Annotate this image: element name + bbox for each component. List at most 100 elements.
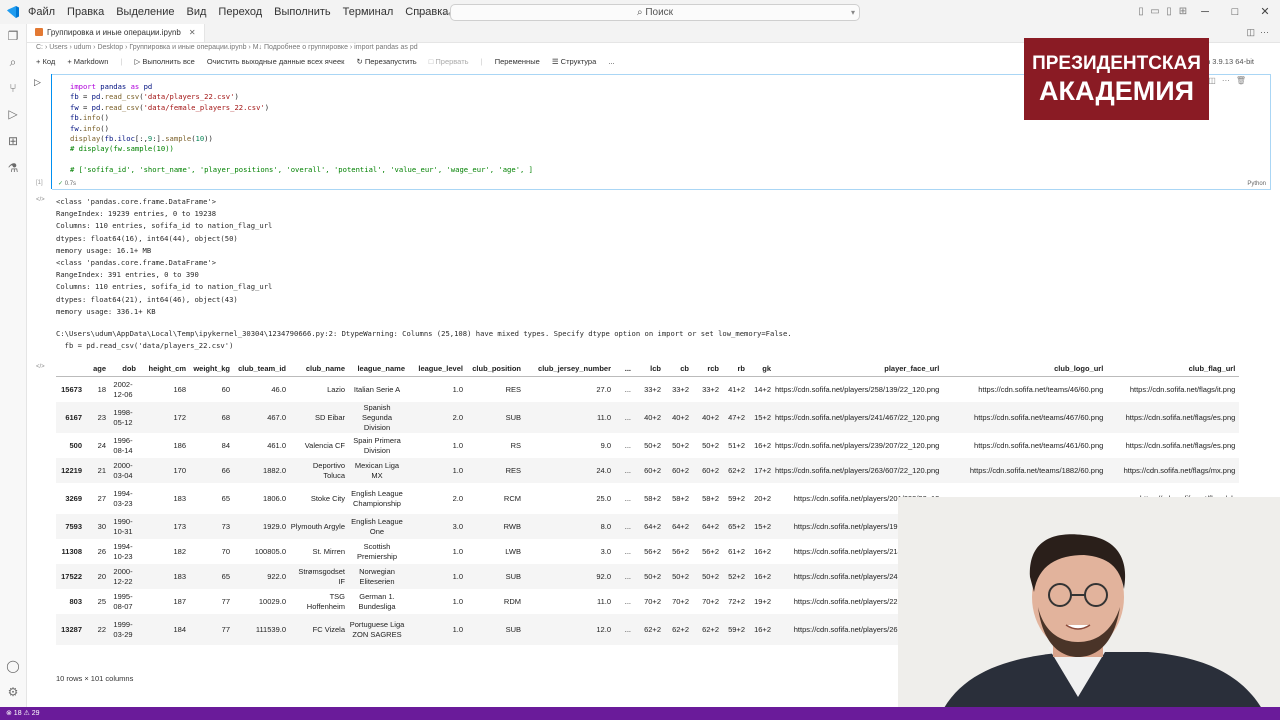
table-cell: 1996-08-14 (113, 435, 133, 455)
table-cell: Plymouth Argyle (290, 514, 349, 539)
breadcrumb[interactable]: C: › Users › udum › Desktop › Группировк… (36, 44, 418, 51)
logo-line-1: ПРЕЗИДЕНТСКАЯ (1032, 53, 1201, 74)
menu-go[interactable]: Переход (218, 6, 262, 18)
back-arrow-icon[interactable]: ← (416, 4, 441, 19)
run-all-button[interactable]: ▷ Выполнить все (135, 57, 195, 66)
table-cell: RES (505, 385, 521, 394)
search-sidebar-icon[interactable]: ⌕ (6, 55, 20, 69)
variables-button[interactable]: Переменные (495, 57, 540, 66)
table-cell: English League One (349, 514, 409, 539)
info-line: Columns: 110 entries, sofifa_id to natio… (56, 221, 273, 231)
menu-view[interactable]: Вид (187, 6, 207, 18)
table-cell: 77 (190, 614, 234, 645)
toggle-secondary-sidebar-icon[interactable]: ▯ (1162, 0, 1176, 24)
testing-icon[interactable]: ⚗ (6, 161, 20, 175)
table-cell: 14+2 (754, 385, 771, 394)
table-cell: Valencia CF (304, 440, 345, 450)
menu-file[interactable]: Файл (28, 6, 55, 18)
tab-notebook[interactable]: Группировка и иные операции.ipynb ✕ (27, 24, 205, 42)
add-markdown-cell-button[interactable]: + Markdown (67, 57, 108, 66)
table-cell: ... (615, 402, 635, 433)
command-center-search[interactable]: ⌕ Поиск ▾ (450, 4, 860, 21)
add-code-cell-button[interactable]: + Код (36, 57, 55, 66)
table-cell: 65 (221, 494, 230, 503)
cell-more-icon[interactable]: ⋯ (1222, 76, 1236, 85)
explorer-icon[interactable]: ❐ (6, 29, 20, 43)
split-cell-icon[interactable]: ◫ (1208, 76, 1222, 85)
account-icon[interactable]: ◯ (6, 659, 20, 673)
output-menu-icon[interactable]: </> (36, 197, 45, 203)
table-cell: 16+2 (749, 614, 775, 645)
close-tab-icon[interactable]: ✕ (189, 28, 196, 37)
table-cell: 30 (86, 514, 110, 539)
table-cell: Italian Serie A (353, 384, 401, 394)
toolbar-divider: | (120, 57, 123, 66)
table-cell: 46.0 (271, 385, 286, 394)
code-line-7: # display(fw.sample(10)) (70, 144, 174, 154)
maximize-button[interactable]: □ (1220, 0, 1250, 24)
table-cell: 168 (173, 385, 186, 394)
close-window-button[interactable]: ✕ (1250, 0, 1280, 24)
column-header: ... (615, 360, 635, 377)
table-cell: RCM (503, 494, 521, 503)
table-cell: 8.0 (525, 514, 615, 539)
more-actions-icon[interactable]: ⋯ (1260, 27, 1274, 37)
table-cell: LWB (505, 547, 521, 556)
output-menu-icon[interactable]: </> (36, 364, 45, 370)
minimize-button[interactable]: ─ (1190, 0, 1220, 24)
run-debug-icon[interactable]: ▷ (6, 107, 20, 121)
table-cell: 60+2 (635, 458, 665, 483)
table-cell: 1.0 (409, 614, 467, 645)
cell-language[interactable]: Python (1247, 181, 1266, 187)
table-cell: RES (467, 458, 525, 483)
table-cell: 16+2 (749, 564, 775, 589)
table-cell: SUB (467, 402, 525, 433)
code-line-5: fw.info() (70, 123, 109, 133)
extensions-icon[interactable]: ⊞ (6, 134, 20, 148)
source-control-icon[interactable]: ⑂ (6, 81, 20, 95)
menu-edit[interactable]: Правка (67, 6, 104, 18)
table-cell: 111539.0 (234, 614, 290, 645)
table-cell: Scottish Premiership (356, 541, 397, 561)
toggle-sidebar-icon[interactable]: ▯ (1134, 0, 1148, 24)
table-cell: 173 (140, 514, 190, 539)
settings-gear-icon[interactable]: ⚙ (6, 685, 20, 699)
customize-layout-icon[interactable]: ⊞ (1176, 0, 1190, 24)
table-cell: 1994-10-23 (113, 541, 133, 561)
column-header: club_name (290, 360, 349, 377)
menu-run[interactable]: Выполнить (274, 6, 330, 18)
problems-indicator[interactable]: ⊗ 18 ⚠ 29 (6, 710, 40, 717)
split-editor-icon[interactable]: ◫ (1246, 27, 1260, 37)
table-cell: Mexican Liga MX (349, 458, 409, 483)
table-cell: 40+2 (635, 402, 665, 433)
table-cell: Lazio (327, 384, 345, 394)
column-header: gk (749, 360, 775, 377)
table-cell: 56+2 (702, 547, 719, 556)
outline-button[interactable]: ☰ Структура (552, 57, 596, 66)
table-cell: https://cdn.sofifa.net/flags/es.png (1125, 441, 1236, 450)
table-cell: 56+2 (672, 547, 689, 556)
table-cell: 172 (140, 402, 190, 433)
table-row: 12219 21 2000-03-04 170 66 1882.0 Deportivo To… (56, 458, 1240, 483)
table-cell: 22 (86, 614, 110, 645)
toggle-panel-icon[interactable]: ▭ (1148, 0, 1162, 24)
menu-terminal[interactable]: Терминал (343, 6, 394, 18)
table-cell: SD Eibar (290, 402, 349, 433)
table-cell: ... (624, 494, 631, 503)
clear-outputs-button[interactable]: Очистить выходные данные всех ячеек (207, 57, 345, 66)
table-cell: 922.0 (234, 564, 290, 589)
menu-selection[interactable]: Выделение (116, 6, 174, 18)
logo-line-2: АКАДЕМИЯ (1038, 76, 1195, 106)
table-cell: https://cdn.sofifa.net/players/258/139/2… (775, 385, 940, 394)
code-line-3: fw = pd.read_csv('data/female_players_22… (70, 102, 270, 112)
column-header: height_cm (140, 360, 190, 377)
interrupt-kernel-button[interactable]: □ Прервать (429, 57, 469, 66)
run-cell-icon[interactable]: ▷ (34, 77, 41, 88)
restart-kernel-button[interactable]: ↻ Перезапустить (357, 57, 417, 66)
code-editor[interactable]: import pandas as pd fb = pd.read_csv('da… (70, 82, 533, 176)
table-cell: 18 (97, 385, 106, 394)
toolbar-more-icon[interactable]: ... (608, 57, 614, 66)
delete-cell-icon[interactable]: 🗑 (1236, 76, 1252, 85)
table-cell: https://cdn.sofifa.net/players/239/207/2… (775, 441, 940, 450)
table-cell: 58+2 (702, 494, 719, 503)
